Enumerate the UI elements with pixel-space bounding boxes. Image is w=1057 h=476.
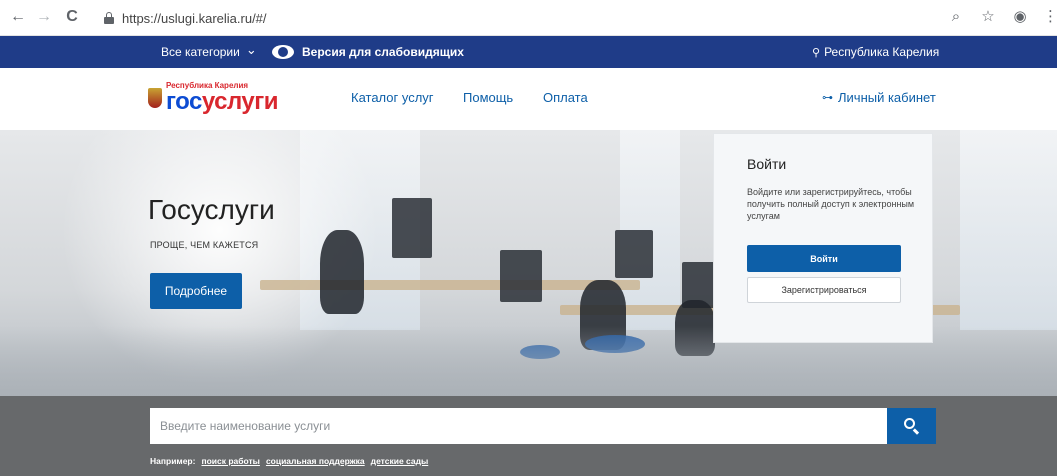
back-arrow-icon[interactable]: ← (8, 7, 28, 27)
browser-menu-icon[interactable]: ⋮ (1043, 6, 1057, 28)
login-card: Войти Войдите или зарегистрируйтесь, что… (713, 133, 933, 343)
nav-catalog[interactable]: Каталог услуг (351, 90, 434, 105)
nav-payment[interactable]: Оплата (543, 90, 588, 105)
zoom-icon[interactable]: ⌕ (947, 6, 965, 28)
example-link-kindergartens[interactable]: детские сады (371, 456, 429, 466)
reload-icon[interactable]: C (62, 7, 82, 27)
location-pin-icon: ⚲ (812, 46, 821, 59)
url-text[interactable]: https://uslugi.karelia.ru/#/ (122, 11, 267, 26)
service-search-input[interactable] (150, 408, 887, 444)
nav-help[interactable]: Помощь (463, 90, 513, 105)
logo-wordmark: госуслуги (166, 88, 279, 115)
example-link-job-search[interactable]: поиск работы (201, 456, 259, 466)
hero-subtitle: ПРОЩЕ, ЧЕМ КАЖЕТСЯ (150, 240, 259, 250)
hero-title: Госуслуги (148, 194, 275, 225)
gosuslugi-logo[interactable]: Республика Карелия госуслуги (148, 82, 279, 115)
personal-cabinet-link[interactable]: ⊶ Личный кабинет (822, 90, 936, 105)
account-icon[interactable]: ◉ (1011, 6, 1029, 28)
login-title: Войти (747, 156, 787, 172)
personal-cabinet-label: Личный кабинет (838, 90, 936, 105)
low-vision-link[interactable]: Версия для слабовидящих (272, 36, 464, 68)
examples-label: Например: (150, 456, 196, 466)
search-examples: Например: поиск работы социальная поддер… (150, 456, 428, 466)
eye-icon (272, 45, 294, 59)
site-header: Республика Карелия госуслуги Каталог усл… (0, 68, 1057, 130)
search-icon (904, 418, 915, 429)
key-icon: ⊶ (822, 92, 833, 104)
categories-label: Все категории (161, 45, 240, 59)
register-button[interactable]: Зарегистрироваться (747, 277, 901, 303)
search-button[interactable] (887, 408, 936, 444)
low-vision-label: Версия для слабовидящих (302, 45, 464, 59)
address-bar[interactable]: https://uslugi.karelia.ru/#/ (104, 5, 944, 31)
login-button[interactable]: Войти (747, 245, 901, 272)
lock-icon (104, 12, 114, 24)
categories-dropdown[interactable]: Все категории ⌄ (161, 36, 257, 68)
chevron-down-icon: ⌄ (245, 42, 257, 57)
browser-toolbar: ← → C https://uslugi.karelia.ru/#/ ⌕ ☆ ◉… (0, 0, 1057, 36)
browser-actions: ⌕ ☆ ◉ ⋮ (947, 6, 1057, 28)
region-selector[interactable]: ⚲ Республика Карелия (812, 36, 939, 68)
region-label: Республика Карелия (824, 45, 940, 59)
login-description: Войдите или зарегистрируйтесь, чтобы пол… (747, 187, 915, 221)
search-section: Например: поиск работы социальная поддер… (0, 396, 1057, 476)
bookmark-star-icon[interactable]: ☆ (979, 6, 997, 28)
top-bar: Все категории ⌄ Версия для слабовидящих … (0, 36, 1057, 68)
more-info-button[interactable]: Подробнее (150, 273, 242, 309)
coat-of-arms-icon (148, 88, 162, 108)
example-link-social-support[interactable]: социальная поддержка (266, 456, 365, 466)
forward-arrow-icon[interactable]: → (34, 7, 54, 27)
